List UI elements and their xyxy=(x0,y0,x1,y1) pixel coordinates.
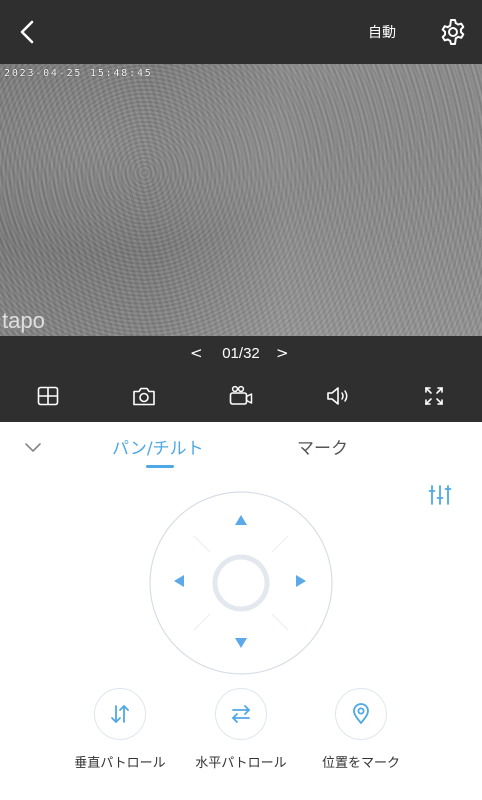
mark-position-label: 位置をマーク xyxy=(321,756,400,771)
vertical-patrol-label: 垂直パトロール xyxy=(74,756,166,771)
camera-controls-bar: < 01/32 > xyxy=(0,336,482,422)
vertical-arrows-icon xyxy=(111,705,129,723)
audio-button[interactable] xyxy=(324,384,352,408)
record-icon xyxy=(229,385,253,405)
settings-button[interactable] xyxy=(438,17,468,47)
tab-pan-tilt[interactable]: パン/チルト xyxy=(112,434,204,459)
collapse-panel-button[interactable] xyxy=(22,436,44,458)
record-button[interactable] xyxy=(227,384,255,408)
speaker-icon xyxy=(327,387,348,405)
fullscreen-button[interactable] xyxy=(420,384,448,408)
snapshot-button[interactable] xyxy=(130,384,158,408)
horizontal-arrows-icon xyxy=(232,705,250,723)
gear-icon xyxy=(441,19,465,45)
camera-pager: < 01/32 > xyxy=(0,344,482,368)
previous-camera-button[interactable]: < xyxy=(190,344,203,362)
mode-auto-button[interactable]: 自動 xyxy=(368,22,396,42)
camera-count: 01/32 xyxy=(222,345,260,362)
fullscreen-icon xyxy=(425,387,443,405)
horizontal-patrol-action: 水平パトロール xyxy=(181,688,301,771)
vertical-patrol-button[interactable] xyxy=(94,688,146,740)
mark-position-action: 位置をマーク xyxy=(301,688,421,771)
top-bar: 自動 xyxy=(0,0,482,64)
control-tabs: パン/チルト マーク xyxy=(0,422,482,472)
video-timestamp: 2023-04-25 15:48:45 xyxy=(4,68,153,79)
ptz-joystick[interactable] xyxy=(148,490,334,676)
back-button[interactable] xyxy=(12,16,44,48)
camera-live-view[interactable]: 2023-04-25 15:48:45 tapo xyxy=(0,64,482,336)
joystick-knob[interactable] xyxy=(212,554,270,612)
ptz-settings-button[interactable] xyxy=(426,482,454,508)
grid-icon xyxy=(37,386,59,406)
chevron-left-icon xyxy=(20,20,34,44)
chevron-down-icon xyxy=(25,443,41,452)
active-tab-indicator xyxy=(146,465,174,468)
vertical-patrol-action: 垂直パトロール xyxy=(60,688,180,771)
location-pin-icon xyxy=(353,703,369,724)
camera-icon xyxy=(133,387,155,406)
mark-position-button[interactable] xyxy=(335,688,387,740)
tab-mark[interactable]: マーク xyxy=(297,434,348,459)
horizontal-patrol-label: 水平パトロール xyxy=(195,756,287,771)
horizontal-patrol-button[interactable] xyxy=(215,688,267,740)
tapo-watermark: tapo xyxy=(2,308,45,333)
sliders-icon xyxy=(428,485,452,505)
next-camera-button[interactable]: > xyxy=(276,344,289,362)
multi-view-button[interactable] xyxy=(34,384,62,408)
